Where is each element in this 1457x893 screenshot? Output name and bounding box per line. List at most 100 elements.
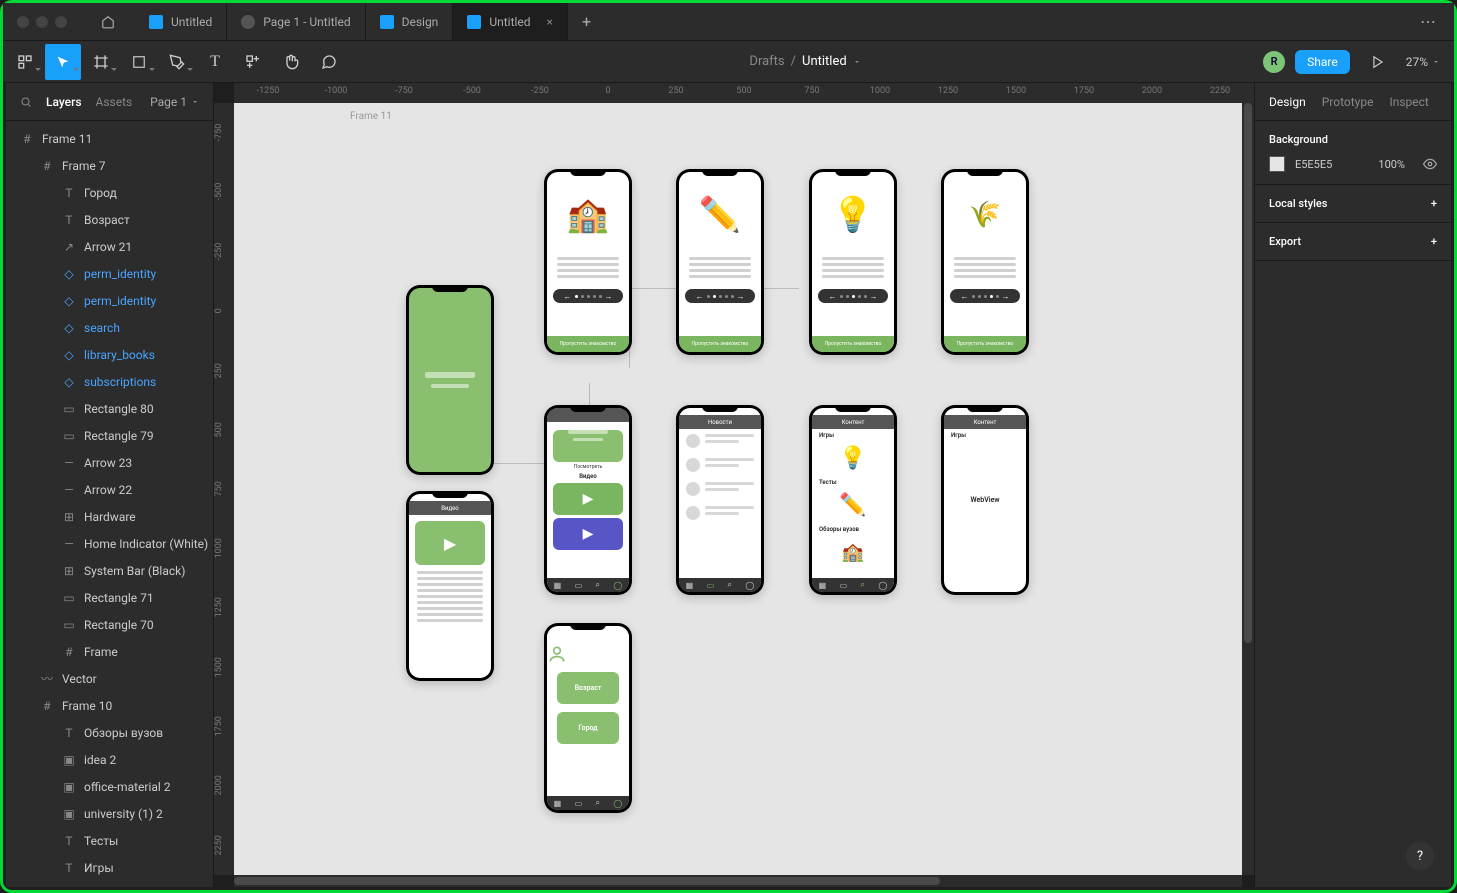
help-button[interactable]: ? (1406, 842, 1434, 870)
layer-row[interactable]: TИгры (6, 854, 213, 881)
layer-row[interactable]: ▣office-material 2 (6, 773, 213, 800)
more-menu[interactable]: ⋯ (1402, 12, 1454, 31)
inspect-tab[interactable]: Inspect (1389, 95, 1428, 109)
main-menu[interactable] (7, 44, 43, 80)
background-section: Background E5E5E5 100% (1255, 121, 1451, 185)
color-swatch[interactable] (1269, 156, 1285, 172)
layer-row[interactable]: ▣university (1) 2 (6, 800, 213, 827)
scrollbar-horizontal[interactable] (234, 875, 1242, 887)
layer-row[interactable]: TОбзоры вузов (6, 719, 213, 746)
mockup-home[interactable]: Посмотреть Видео ▶ ▶ ▦▭⌕◯ (544, 405, 632, 595)
add-export-button[interactable]: + (1431, 235, 1437, 248)
mockup-onboarding-1[interactable]: 🏫 ←→ Пропустить знакомство (544, 169, 632, 355)
breadcrumb[interactable]: Drafts / Untitled (347, 54, 1263, 69)
search-icon[interactable] (20, 96, 32, 108)
header-video: Видео (409, 501, 491, 515)
layer-row[interactable]: —Arrow 22 (6, 476, 213, 503)
title-bar: Untitled Page 1 - Untitled Design Untitl… (3, 3, 1454, 41)
window-controls[interactable] (3, 16, 81, 28)
layer-row[interactable]: TТесты (6, 827, 213, 854)
scrollbar-vertical[interactable] (1242, 103, 1254, 875)
bg-opacity[interactable]: 100% (1378, 158, 1405, 171)
pen-tool[interactable] (159, 44, 195, 80)
hand-tool[interactable] (273, 44, 309, 80)
add-style-button[interactable]: + (1431, 197, 1437, 210)
frame-label[interactable]: Frame 11 (350, 111, 392, 122)
prototype-icon (241, 15, 255, 29)
layer-row[interactable]: #Frame 7 (6, 152, 213, 179)
comment-tool[interactable] (311, 44, 347, 80)
logo-icon: 🌾 (944, 180, 1026, 250)
layer-row[interactable]: TВозраст (6, 206, 213, 233)
layer-label: Игры (84, 861, 114, 875)
mockup-onboarding-3[interactable]: 💡 ←→ Пропустить знакомство (809, 169, 897, 355)
add-tab-button[interactable]: + (568, 12, 605, 31)
text-tool[interactable]: T (197, 44, 233, 80)
mockup-onboarding-2[interactable]: ✏️ ←→ Пропустить знакомство (676, 169, 764, 355)
layer-row[interactable]: TГород (6, 179, 213, 206)
shape-tool[interactable] (121, 44, 157, 80)
layer-row[interactable]: ◇perm_identity (6, 287, 213, 314)
layer-label: Home Indicator (White) (84, 537, 208, 551)
mockup-video-list[interactable]: Видео ▶ (406, 491, 494, 681)
layer-type-icon: ◇ (62, 375, 76, 389)
layers-tab[interactable]: Layers (46, 95, 82, 109)
layer-row[interactable]: ▭Rectangle 80 (6, 395, 213, 422)
toolbar: T Drafts / Untitled R Share 27% (3, 41, 1454, 83)
layer-row[interactable]: ▣idea 2 (6, 746, 213, 773)
layer-row[interactable]: ▭Rectangle 79 (6, 422, 213, 449)
home-tab[interactable] (81, 3, 135, 40)
assets-tab[interactable]: Assets (96, 95, 133, 109)
layer-label: Город (84, 186, 117, 200)
layer-type-icon: ▭ (62, 402, 76, 416)
layer-row[interactable]: ⊞System Bar (Black) (6, 557, 213, 584)
layer-row[interactable]: ◇ perm_identity (6, 260, 213, 287)
layer-type-icon: # (62, 645, 76, 659)
text-icon: T (210, 53, 220, 71)
move-tool[interactable] (45, 44, 81, 80)
canvas[interactable]: Frame 11 🏫 ←→ Пропустить знакомство ✏️ (234, 103, 1242, 875)
mockup-news[interactable]: Новости ▦▭⌕◯ (676, 405, 764, 595)
layer-type-icon: ◇ (62, 267, 76, 281)
layer-row[interactable]: ◇search (6, 314, 213, 341)
page-selector[interactable]: Page 1 (150, 95, 199, 109)
resources-tool[interactable] (235, 44, 271, 80)
mockup-onboarding-4[interactable]: 🌾 ←→ Пропустить знакомство (941, 169, 1029, 355)
tab-design[interactable]: Design (366, 3, 454, 40)
user-avatar[interactable]: R (1263, 51, 1285, 73)
layer-label: Rectangle 79 (84, 429, 154, 443)
layer-row[interactable]: ▭Rectangle 70 (6, 611, 213, 638)
layer-row[interactable]: #Frame (6, 638, 213, 665)
canvas-viewport[interactable]: -1250-1000-750-500-250025050075010001250… (214, 83, 1254, 887)
eye-icon (1423, 157, 1437, 171)
prototype-tab[interactable]: Prototype (1322, 95, 1374, 109)
close-icon[interactable]: × (547, 15, 553, 29)
layer-row[interactable]: —Arrow 23 (6, 449, 213, 476)
mockup-webview[interactable]: Контент Игры WebView (941, 405, 1029, 595)
share-button[interactable]: Share (1295, 50, 1350, 74)
frame-tool[interactable] (83, 44, 119, 80)
zoom-control[interactable]: 27% (1406, 55, 1440, 69)
visibility-toggle[interactable] (1423, 157, 1437, 171)
bg-hex[interactable]: E5E5E5 (1295, 158, 1332, 171)
layer-label: perm_identity (84, 267, 156, 281)
layer-row[interactable]: 〰Vector (6, 665, 213, 692)
tab-untitled-1[interactable]: Untitled (135, 3, 227, 40)
design-tab[interactable]: Design (1269, 95, 1306, 109)
mockup-profile[interactable]: Возраст Город ▦▭⌕◯ (544, 623, 632, 813)
present-button[interactable] (1360, 44, 1396, 80)
layer-row[interactable]: —Home Indicator (White) (6, 530, 213, 557)
mockup-content[interactable]: Контент Игры 💡 Тесты ✏️ Обзоры вузов 🏫 ▦… (809, 405, 897, 595)
layer-row[interactable]: ⊞Hardware (6, 503, 213, 530)
layer-row[interactable]: ◇subscriptions (6, 368, 213, 395)
layer-row[interactable]: ↗Arrow 21 (6, 233, 213, 260)
tab-label: Page 1 - Untitled (263, 15, 350, 29)
rectangle-icon (132, 55, 146, 69)
tab-page1[interactable]: Page 1 - Untitled (227, 3, 365, 40)
tab-untitled-2[interactable]: Untitled× (453, 3, 568, 40)
layer-row[interactable]: #Frame 10 (6, 692, 213, 719)
mockup-splash[interactable] (406, 285, 494, 475)
layer-row[interactable]: ▭Rectangle 71 (6, 584, 213, 611)
layer-row[interactable]: #Frame 11 (6, 125, 213, 152)
layer-row[interactable]: ◇library_books (6, 341, 213, 368)
